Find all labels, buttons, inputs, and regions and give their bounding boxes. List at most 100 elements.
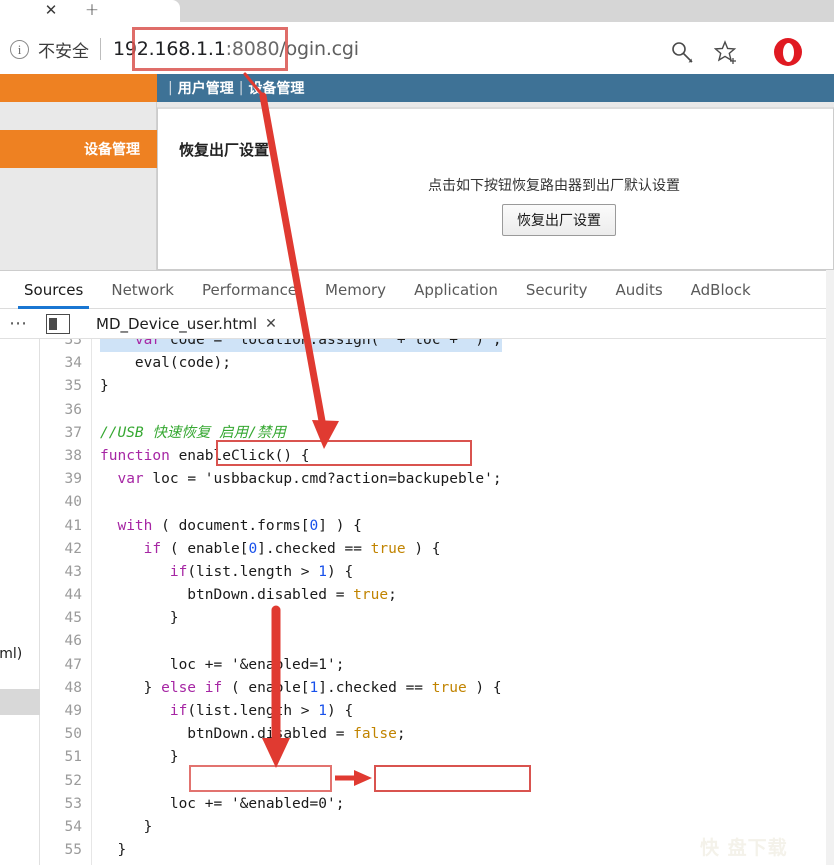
- code-line-49[interactable]: 49 if(list.length > 1) {: [40, 700, 834, 723]
- section-title-factory-reset: 恢复出厂设置：: [179, 141, 285, 159]
- url-path: /ogin.cgi: [279, 38, 359, 60]
- code-text-38: function enableClick() {: [100, 447, 310, 464]
- code-line-39[interactable]: 39 var loc = 'usbbackup.cmd?action=backu…: [40, 468, 834, 491]
- line-number-37: 37: [64, 424, 82, 441]
- browser-tab-strip: ✕ +: [0, 0, 834, 24]
- code-line-47[interactable]: 47 loc += '&enabled=1';: [40, 654, 834, 677]
- more-options-icon[interactable]: ⋯: [0, 313, 38, 334]
- address-bar-divider: [100, 38, 101, 60]
- code-line-42[interactable]: 42 if ( enable[0].checked == true ) {: [40, 538, 834, 561]
- url-host: 192.168.1.1: [113, 38, 226, 60]
- line-number-40: 40: [64, 494, 82, 511]
- line-number-50: 50: [64, 726, 82, 743]
- line-number-41: 41: [64, 517, 82, 534]
- code-line-37[interactable]: 37 //USB 快速恢复 启用/禁用: [40, 422, 834, 445]
- info-circle-icon[interactable]: i: [10, 39, 29, 59]
- page-content-panel: 恢复出厂设置： 点击如下按钮恢复路由器到出厂默认设置 恢复出厂设置: [157, 107, 834, 270]
- code-text-33: var code = 'location.assign(' + loc + ')…: [100, 339, 502, 353]
- line-number-35: 35: [64, 378, 82, 395]
- factory-reset-description: 点击如下按钮恢复路由器到出厂默认设置: [428, 178, 680, 194]
- editor-file-tab-close-icon[interactable]: ✕: [265, 316, 277, 332]
- code-line-34[interactable]: 34 eval(code);: [40, 352, 834, 375]
- router-web-page: | 用户管理 | 设备管理 设备管理 恢复出厂设置： 点击如下按钮恢复路由器到出…: [0, 74, 834, 270]
- line-number-49: 49: [64, 703, 82, 719]
- code-text-51: }: [100, 749, 179, 766]
- code-line-46[interactable]: 46: [40, 630, 834, 653]
- line-number-39: 39: [64, 471, 82, 488]
- code-text-34: eval(code);: [100, 355, 231, 372]
- code-text-35: }: [100, 378, 109, 395]
- code-text-54: }: [100, 818, 153, 835]
- code-line-51[interactable]: 51 }: [40, 746, 834, 769]
- line-number-51: 51: [64, 749, 82, 766]
- line-number-42: 42: [64, 540, 82, 557]
- code-text-55: }: [100, 842, 127, 859]
- security-status-label: 不安全: [38, 41, 89, 62]
- code-line-45[interactable]: 45 }: [40, 607, 834, 630]
- code-line-48[interactable]: 48 } else if ( enable[1].checked == true…: [40, 677, 834, 700]
- line-number-38: 38: [64, 447, 82, 464]
- url-port: :8080: [225, 38, 280, 60]
- code-line-33[interactable]: 33 var code = 'location.assign(' + loc +…: [40, 339, 834, 353]
- code-text-37: //USB 快速恢复 启用/禁用: [100, 424, 286, 441]
- star-icon[interactable]: [714, 40, 740, 66]
- editor-file-tab[interactable]: MD_Device_user.html ✕: [96, 315, 277, 333]
- line-number-36: 36: [64, 401, 82, 418]
- factory-reset-button[interactable]: 恢复出厂设置: [502, 204, 616, 236]
- line-number-54: 54: [64, 818, 82, 835]
- line-number-47: 47: [64, 656, 82, 673]
- toggle-navigator-panel-icon[interactable]: [46, 313, 70, 334]
- line-number-48: 48: [64, 679, 82, 696]
- devtools-tab-audits[interactable]: Audits: [601, 271, 676, 309]
- code-line-40[interactable]: 40: [40, 491, 834, 514]
- new-tab-icon[interactable]: +: [80, 0, 104, 20]
- screenshot-root: ✕ + i 不安全 192.168.1.1:8080/ogin.cgi | 用户…: [0, 0, 834, 865]
- sidebar-item-device-management[interactable]: 设备管理: [0, 130, 157, 168]
- opera-logo-icon[interactable]: [774, 38, 802, 66]
- line-number-52: 52: [64, 772, 82, 789]
- page-navbar-brand-block: [0, 74, 157, 102]
- file-tree-selected-row[interactable]: [0, 689, 40, 715]
- devtools-sub-toolbar: ⋯ MD_Device_user.html ✕: [0, 309, 834, 339]
- nav-link-user-management[interactable]: 用户管理: [178, 78, 234, 98]
- file-tree-entry[interactable]: r.html): [0, 646, 40, 662]
- code-line-50[interactable]: 50 btnDown.disabled = false;: [40, 723, 834, 746]
- code-line-38[interactable]: 38 function enableClick() {: [40, 445, 834, 468]
- devtools-tab-application[interactable]: Application: [400, 271, 512, 309]
- code-text-44: btnDown.disabled = true;: [100, 587, 397, 604]
- code-line-52[interactable]: 52: [40, 770, 834, 793]
- code-text-47: loc += '&enabled=1';: [100, 656, 345, 673]
- code-line-35[interactable]: 35}: [40, 375, 834, 398]
- code-line-36[interactable]: 36: [40, 399, 834, 422]
- code-text-41: with ( document.forms[0] ) {: [117, 517, 362, 534]
- address-bar[interactable]: i 不安全 192.168.1.1:8080/ogin.cgi: [0, 28, 756, 70]
- nav-separator-1: |: [168, 80, 173, 96]
- code-text-42: if ( enable[0].checked == true ) {: [143, 540, 441, 557]
- devtools-tab-memory[interactable]: Memory: [311, 271, 400, 309]
- line-number-45: 45: [64, 610, 82, 627]
- key-icon[interactable]: [670, 40, 696, 66]
- page-nav-links: | 用户管理 | 设备管理: [163, 74, 304, 102]
- devtools-tab-network[interactable]: Network: [97, 271, 188, 309]
- code-line-43[interactable]: 43 if(list.length > 1) {: [40, 561, 834, 584]
- code-text-43: if(list.length > 1) {: [169, 563, 354, 580]
- tab-close-icon[interactable]: ✕: [42, 0, 60, 20]
- devtools-tab-sources[interactable]: Sources: [10, 271, 97, 309]
- devtools-tab-performance[interactable]: Performance: [188, 271, 311, 309]
- nav-separator-2: |: [238, 80, 244, 96]
- code-line-53[interactable]: 53 loc += '&enabled=0';: [40, 793, 834, 816]
- line-number-43: 43: [64, 563, 82, 580]
- devtools-tab-security[interactable]: Security: [512, 271, 602, 309]
- code-text-39: var loc = 'usbbackup.cmd?action=backupeb…: [117, 471, 502, 488]
- devtools-scrollbar[interactable]: [826, 270, 834, 865]
- code-line-44[interactable]: 44 btnDown.disabled = true;: [40, 584, 834, 607]
- devtools-tab-adblock[interactable]: AdBlock: [677, 271, 765, 309]
- url-text[interactable]: 192.168.1.1:8080/ogin.cgi: [113, 38, 359, 60]
- page-top-navbar: | 用户管理 | 设备管理: [0, 74, 834, 102]
- devtools-tab-bar: Sources Network Performance Memory Appli…: [0, 271, 834, 309]
- code-line-41[interactable]: 41 with ( document.forms[0] ) {: [40, 515, 834, 538]
- watermark: 快 盘下载: [700, 837, 788, 859]
- nav-link-device-management[interactable]: 设备管理: [248, 78, 304, 98]
- code-editor[interactable]: 33 var code = 'location.assign(' + loc +…: [40, 339, 834, 865]
- code-lines-container: 33 var code = 'location.assign(' + loc +…: [40, 339, 834, 865]
